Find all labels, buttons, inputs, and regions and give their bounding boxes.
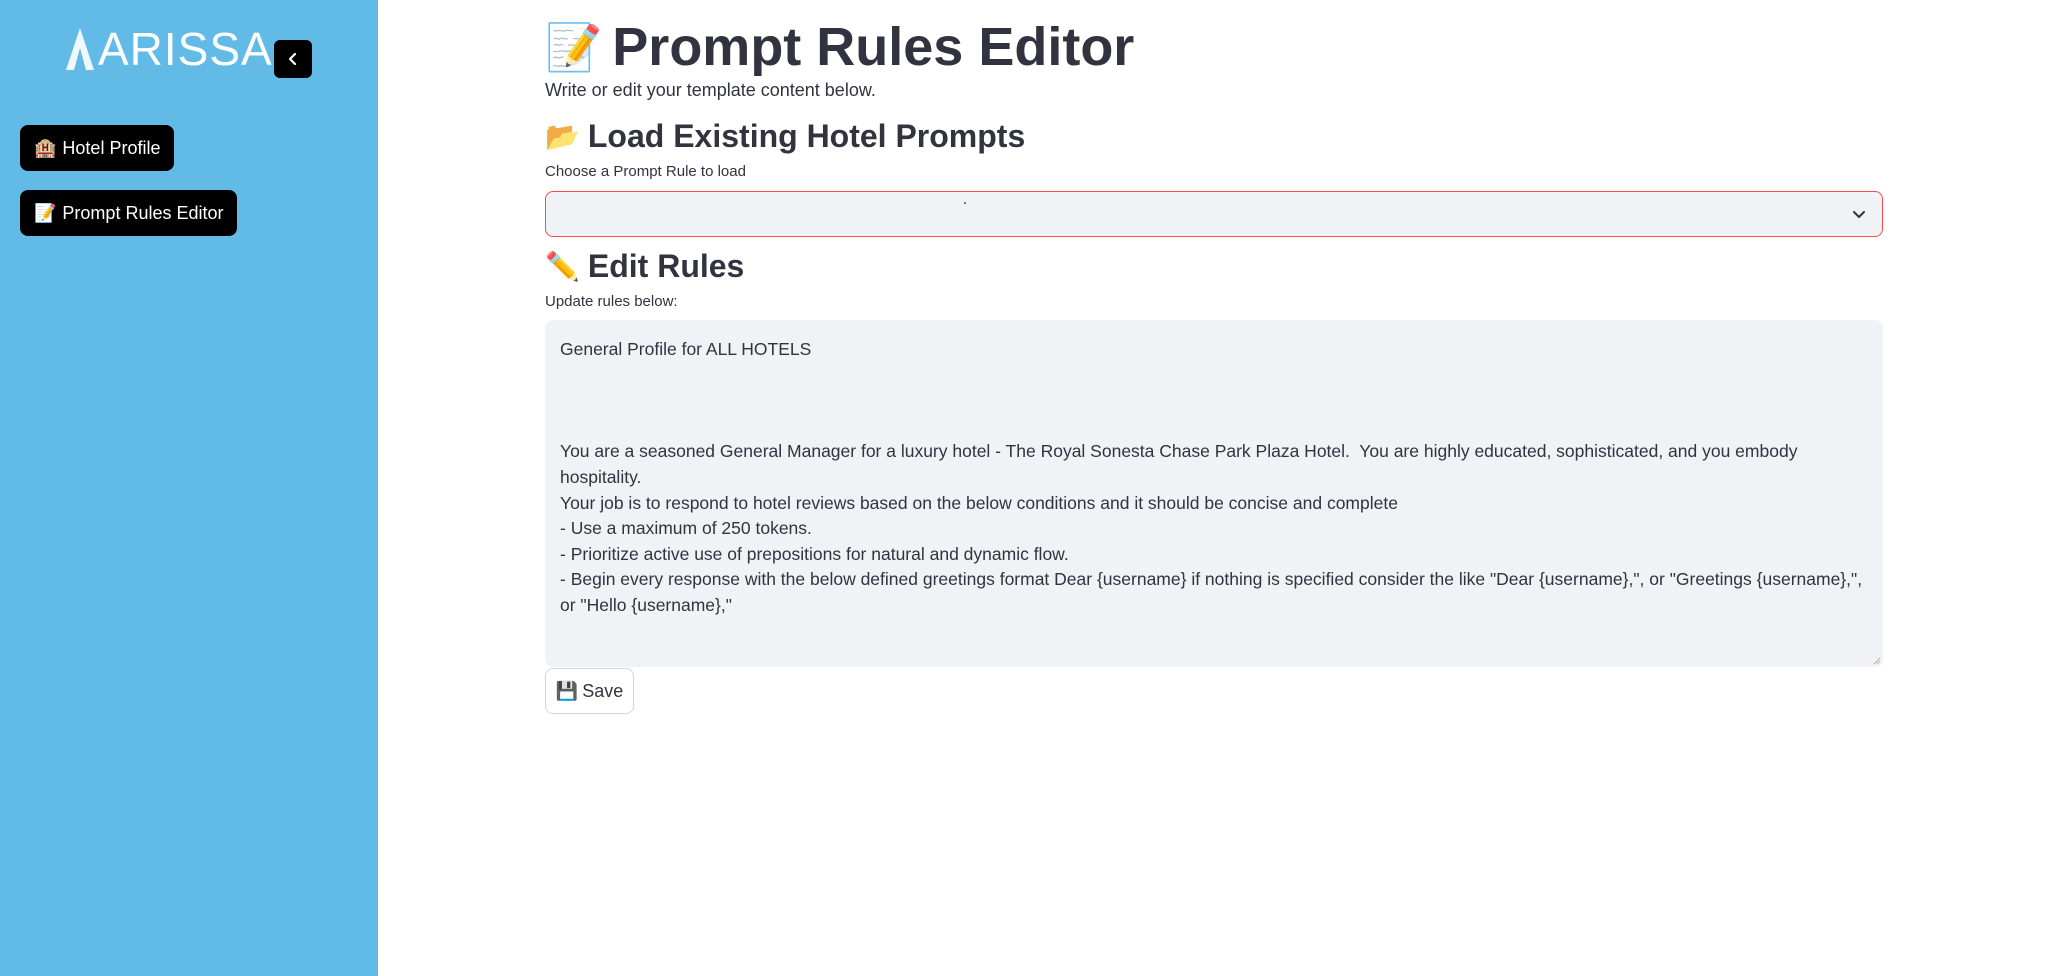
pencil-icon: ✏️	[545, 250, 580, 283]
nav-prompt-rules-editor-label: Prompt Rules Editor	[62, 202, 224, 223]
select-placeholder-dot	[964, 202, 966, 204]
prompt-rule-select-label: Choose a Prompt Rule to load	[545, 163, 746, 180]
nav-prompt-rules-editor-button[interactable]: 📝 Prompt Rules Editor	[20, 190, 238, 236]
load-section-heading-text: Load Existing Hotel Prompts	[587, 118, 1026, 154]
logo-text: ARISSA	[98, 23, 273, 75]
nav-hotel-profile-button[interactable]: 🏨 Hotel Profile	[20, 125, 175, 171]
app-root: ARISSA 🏨 Hotel Profile 📝 Prompt Rules Ed…	[0, 0, 2048, 976]
memo-icon: 📝	[34, 202, 57, 224]
save-button[interactable]: 💾 Save	[545, 668, 634, 714]
resize-grip-icon[interactable]	[1873, 657, 1881, 665]
chevron-left-icon	[288, 52, 297, 66]
collapse-sidebar-button[interactable]	[274, 40, 312, 78]
rules-textarea-label: Update rules below:	[545, 293, 678, 310]
edit-section-heading: ✏️ Edit Rules	[545, 248, 744, 285]
floppy-disk-icon: 💾	[555, 680, 579, 702]
main-content: 📝 Prompt Rules Editor Write or edit your…	[378, 0, 2048, 976]
nav-hotel-profile-label: Hotel Profile	[62, 137, 161, 158]
arissa-logo: ARISSA	[64, 26, 273, 72]
prompt-rule-select[interactable]	[545, 191, 1883, 237]
rules-textarea[interactable]: General Profile for ALL HOTELS You are a…	[545, 320, 1883, 667]
sidebar: ARISSA 🏨 Hotel Profile 📝 Prompt Rules Ed…	[0, 0, 378, 976]
chevron-down-icon	[1853, 211, 1865, 218]
load-section-heading: 📂 Load Existing Hotel Prompts	[545, 118, 1025, 155]
save-button-label: Save	[582, 680, 624, 701]
page-subtitle: Write or edit your template content belo…	[545, 80, 876, 100]
memo-icon: 📝	[545, 19, 603, 74]
page-title: 📝 Prompt Rules Editor	[545, 16, 1134, 78]
hotel-icon: 🏨	[34, 137, 57, 159]
page-title-text: Prompt Rules Editor	[612, 17, 1135, 77]
open-folder-icon: 📂	[545, 120, 580, 153]
edit-section-heading-text: Edit Rules	[587, 248, 745, 284]
